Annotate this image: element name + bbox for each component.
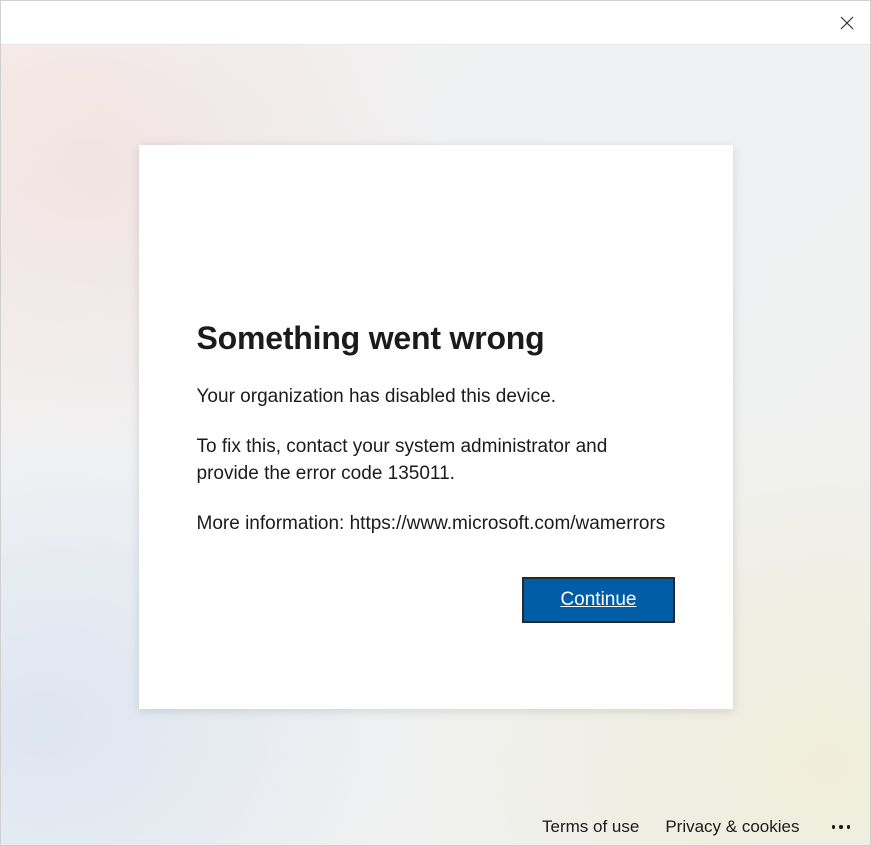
close-icon: [840, 16, 854, 30]
dialog-message-2: To fix this, contact your system adminis…: [197, 433, 675, 488]
ellipsis-icon: [832, 825, 836, 829]
error-dialog: Something went wrong Your organization h…: [139, 145, 733, 709]
dialog-message-1: Your organization has disabled this devi…: [197, 383, 675, 411]
titlebar: [1, 1, 870, 45]
ellipsis-icon: [839, 825, 843, 829]
dialog-message-3: More information: https://www.microsoft.…: [197, 510, 675, 538]
button-row: Continue: [197, 577, 675, 623]
more-options-button[interactable]: [826, 825, 857, 829]
continue-button[interactable]: Continue: [522, 577, 674, 623]
privacy-link[interactable]: Privacy & cookies: [665, 817, 799, 837]
ellipsis-icon: [847, 825, 851, 829]
content-area: Something went wrong Your organization h…: [1, 45, 870, 845]
dialog-title: Something went wrong: [197, 320, 675, 357]
terms-link[interactable]: Terms of use: [542, 817, 639, 837]
window: Something went wrong Your organization h…: [0, 0, 871, 846]
footer: Terms of use Privacy & cookies: [542, 817, 856, 837]
close-button[interactable]: [824, 1, 870, 45]
